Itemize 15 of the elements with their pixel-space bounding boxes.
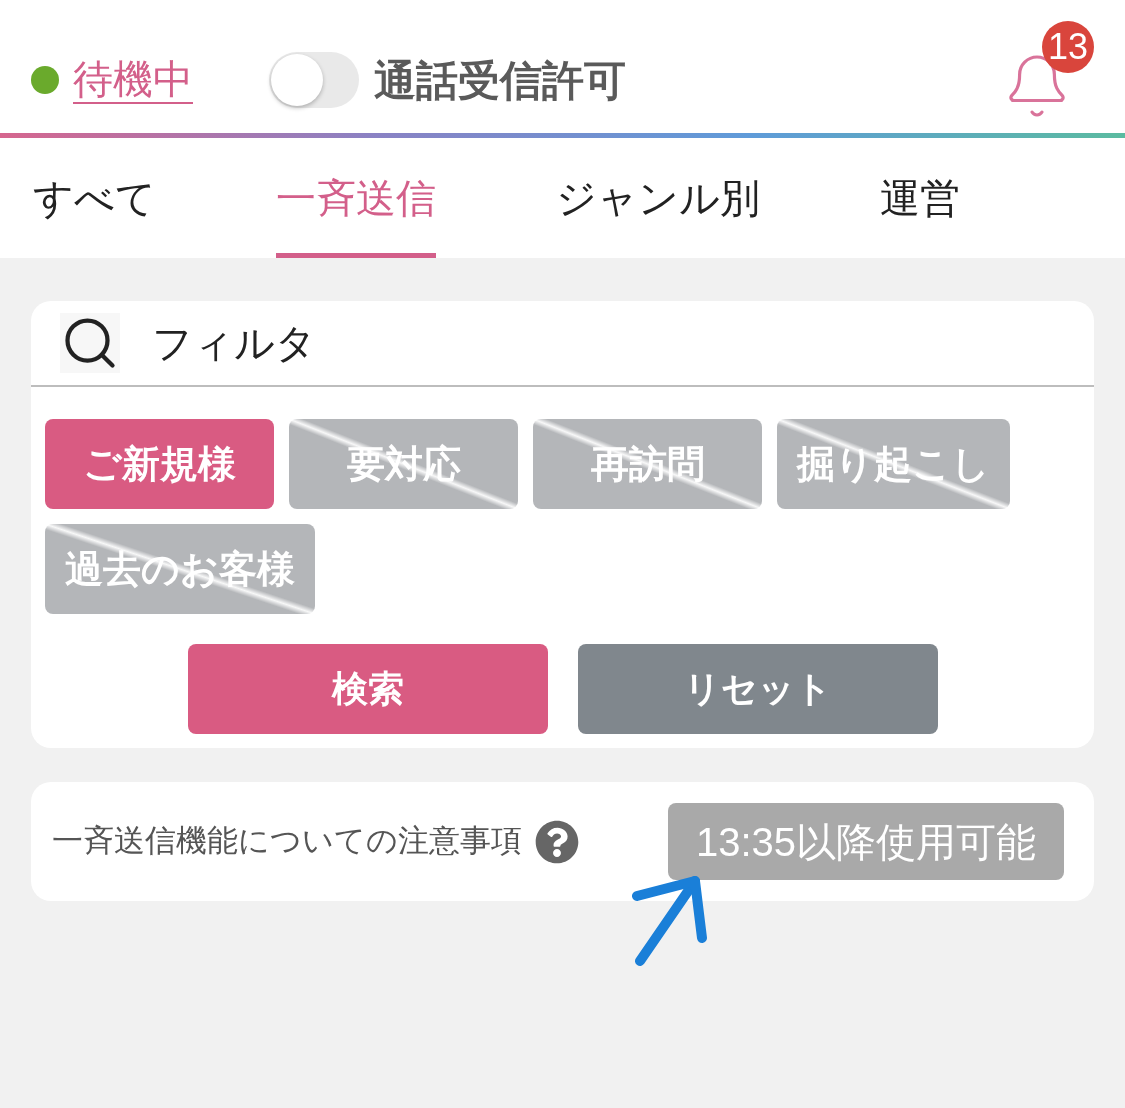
tab[interactable]: 一斉送信	[276, 138, 436, 258]
notification-badge: 13	[1042, 21, 1094, 73]
tab[interactable]: 運営	[880, 138, 960, 258]
call-toggle[interactable]	[269, 52, 359, 108]
help-icon[interactable]	[535, 819, 579, 864]
tab[interactable]: すべて	[33, 138, 156, 258]
status-link[interactable]: 待機中	[73, 56, 193, 104]
tab[interactable]: ジャンル別	[556, 138, 760, 258]
search-icon	[60, 313, 120, 373]
filter-chip[interactable]: ご新規様	[45, 419, 274, 509]
search-button[interactable]: 検索	[187, 644, 548, 734]
call-toggle-label: 通話受信許可	[374, 55, 626, 106]
reset-button[interactable]: リセット	[577, 644, 938, 734]
notice-text: 一斉送信機能についての注意事項	[52, 822, 522, 861]
filter-title: フィルタ	[152, 320, 316, 367]
